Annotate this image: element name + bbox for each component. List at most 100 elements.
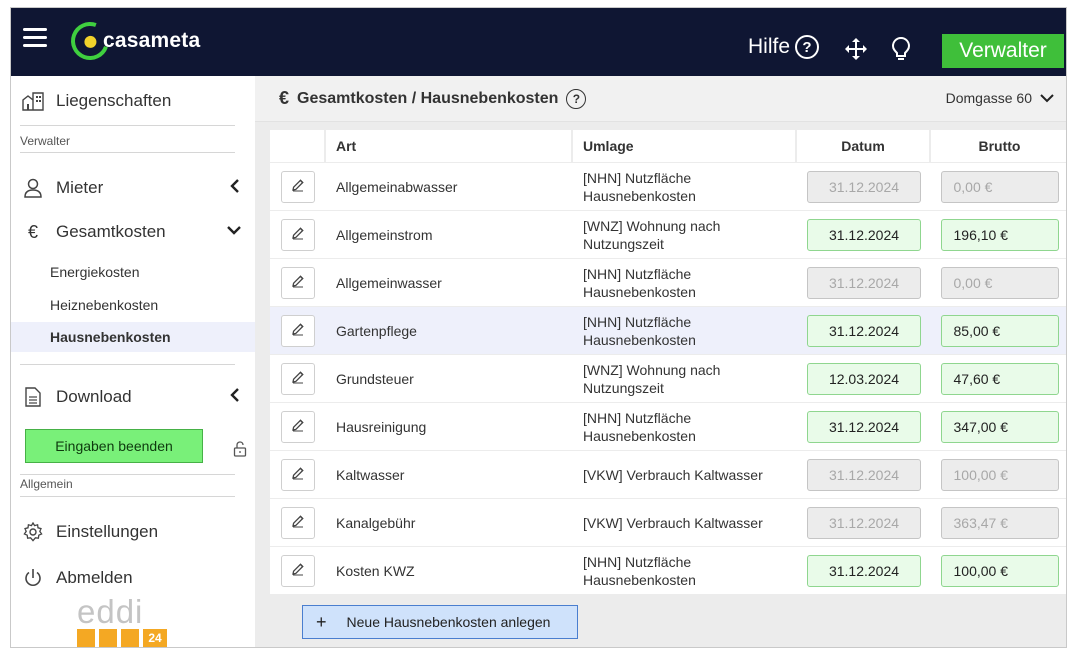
edit-button[interactable] [281, 266, 315, 299]
brutto-cell: 100,00 € [931, 451, 1066, 498]
amount-field: 0,00 € [940, 266, 1059, 299]
amount-field[interactable]: 196,10 € [940, 218, 1059, 251]
table-row[interactable]: Allgemeinabwasser [NHN] Nutzfläche Hausne… [270, 162, 1066, 210]
lock-icon[interactable] [233, 441, 247, 457]
verwalter-role-button[interactable]: Verwalter [942, 34, 1064, 68]
date-field[interactable]: 31.12.2024 [807, 410, 921, 443]
sidebar-item-einstellungen[interactable]: Einstellungen [11, 519, 255, 545]
sidebar-item-liegenschaften[interactable]: Liegenschaften [11, 88, 255, 114]
sidebar-item-label: Download [56, 387, 132, 406]
chevron-left-icon[interactable] [229, 178, 241, 199]
column-header-art[interactable]: Art [326, 130, 573, 162]
amount-field[interactable]: 47,60 € [940, 362, 1059, 395]
edit-button[interactable] [281, 410, 315, 443]
date-field[interactable]: 31.12.2024 [807, 554, 921, 587]
brutto-cell: 100,00 € [931, 547, 1066, 594]
pencil-icon [291, 466, 305, 483]
edit-button[interactable] [281, 314, 315, 347]
pencil-icon [291, 226, 305, 243]
date-field: 31.12.2024 [807, 170, 921, 203]
help-circle-icon: ? [795, 35, 820, 59]
column-header-brutto[interactable]: Brutto [931, 130, 1066, 162]
art-text: Gartenpflege [336, 322, 417, 339]
table-row[interactable]: Kaltwasser [VKW] Verbrauch Kaltwasser 31.1… [270, 450, 1066, 498]
sidebar-item-mieter[interactable]: Mieter [11, 175, 255, 201]
amount-field: 0,00 € [940, 170, 1059, 203]
pencil-icon [291, 274, 305, 291]
umlage-text: [NHN] Nutzfläche Hausnebenkosten [583, 553, 696, 588]
sidebar-subitem-energiekosten[interactable]: Energiekosten [11, 257, 255, 287]
brutto-cell: 85,00 € [931, 307, 1066, 354]
column-header-edit [270, 130, 326, 162]
art-cell: Allgemeinstrom [326, 211, 573, 258]
table-row[interactable]: Hausreinigung [NHN] Nutzfläche Hausnebenk… [270, 402, 1066, 450]
art-cell: Allgemeinwasser [326, 259, 573, 306]
column-header-datum[interactable]: Datum [797, 130, 931, 162]
table-row[interactable]: Allgemeinwasser [NHN] Nutzfläche Hausnebe… [270, 258, 1066, 306]
new-cost-button[interactable]: + Neue Hausnebenkosten anlegen [302, 605, 578, 639]
edit-button[interactable] [281, 362, 315, 395]
edit-button[interactable] [281, 506, 315, 539]
table-row[interactable]: Allgemeinstrom [WNZ] Wohnung nach Nutzung… [270, 210, 1066, 258]
chevron-left-icon[interactable] [229, 387, 241, 408]
amount-field[interactable]: 100,00 € [940, 554, 1059, 587]
pencil-icon [291, 370, 305, 387]
help-circle-icon[interactable]: ? [566, 88, 587, 109]
amount-field[interactable]: 347,00 € [940, 410, 1059, 443]
amount-field[interactable]: 85,00 € [940, 314, 1059, 347]
table-row[interactable]: Grundsteuer [WNZ] Wohnung nach Nutzungsze… [270, 354, 1066, 402]
hamburger-menu-icon[interactable] [23, 28, 47, 48]
edit-cell [270, 307, 326, 354]
art-text: Grundsteuer [336, 370, 414, 387]
edit-button[interactable] [281, 218, 315, 251]
eddi-logo-bars: 24 [77, 629, 167, 647]
sidebar-item-gesamtkosten[interactable]: € Gesamtkosten [11, 219, 255, 245]
date-field[interactable]: 12.03.2024 [807, 362, 921, 395]
edit-cell [270, 355, 326, 402]
sidebar-subitem-hausnebenkosten[interactable]: Hausnebenkosten [11, 322, 255, 352]
sidebar-item-abmelden[interactable]: Abmelden [11, 565, 255, 591]
casameta-logo[interactable]: casameta [64, 15, 200, 67]
edit-button[interactable] [281, 554, 315, 587]
sidebar: Liegenschaften Verwalter Mieter € Gesamt… [11, 76, 255, 647]
brutto-cell: 0,00 € [931, 259, 1066, 306]
finish-entries-button[interactable]: Eingaben beenden [25, 429, 203, 463]
datum-cell: 31.12.2024 [797, 403, 931, 450]
sidebar-item-label: Abmelden [56, 568, 133, 587]
edit-cell [270, 547, 326, 594]
table-row[interactable]: Gartenpflege [NHN] Nutzfläche Hausnebenko… [270, 306, 1066, 354]
top-bar: casameta Hilfe ? Verwalter [11, 8, 1066, 76]
table-row[interactable]: Kanalgebühr [VKW] Verbrauch Kaltwasser 31.… [270, 498, 1066, 546]
table-row[interactable]: Kosten KWZ [NHN] Nutzfläche Hausnebenkost… [270, 546, 1066, 594]
property-select[interactable]: Domgasse 60 [946, 90, 1054, 106]
pencil-icon [291, 514, 305, 531]
move-arrows-icon[interactable] [844, 37, 868, 66]
property-select-value: Domgasse 60 [945, 90, 1032, 106]
sidebar-subitem-heiznebenkosten[interactable]: Heiznebenkosten [11, 290, 255, 320]
art-cell: Grundsteuer [326, 355, 573, 402]
umlage-cell: [NHN] Nutzfläche Hausnebenkosten [573, 547, 797, 594]
eddi-logo-badge: 24 [143, 629, 167, 647]
main-content: € Gesamtkosten / Hausnebenkosten ? Domga… [255, 76, 1066, 647]
brutto-cell: 0,00 € [931, 163, 1066, 210]
datum-cell: 31.12.2024 [797, 547, 931, 594]
edit-button[interactable] [281, 170, 315, 203]
datum-cell: 31.12.2024 [797, 307, 931, 354]
help-button[interactable]: Hilfe ? [748, 35, 820, 59]
help-label: Hilfe [748, 35, 791, 58]
umlage-cell: [WNZ] Wohnung nach Nutzungszeit [573, 355, 797, 402]
date-field[interactable]: 31.12.2024 [807, 314, 921, 347]
sidebar-item-download[interactable]: Download [11, 384, 255, 410]
date-field: 31.12.2024 [807, 266, 921, 299]
table-body: Allgemeinabwasser [NHN] Nutzfläche Hausne… [270, 162, 1066, 594]
lightbulb-icon[interactable] [890, 36, 912, 62]
edit-button[interactable] [281, 458, 315, 491]
date-field[interactable]: 31.12.2024 [807, 218, 921, 251]
art-cell: Kaltwasser [326, 451, 573, 498]
power-icon [22, 567, 44, 589]
chevron-down-icon[interactable] [226, 223, 242, 241]
column-header-umlage[interactable]: Umlage [573, 130, 797, 162]
euro-icon: € [27, 221, 38, 242]
divider [20, 474, 235, 475]
pencil-icon [291, 418, 305, 435]
